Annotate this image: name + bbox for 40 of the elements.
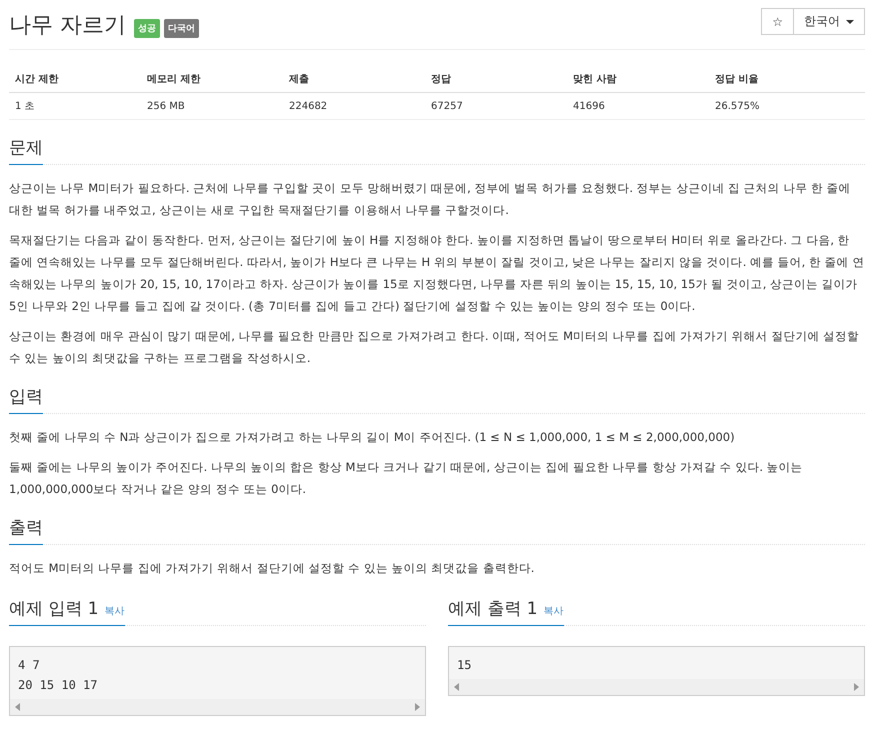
code-line: 20 15 10 17	[18, 677, 98, 694]
paragraph: 목재절단기는 다음과 같이 동작한다. 먼저, 상근이는 절단기에 높이 H를 지정해야 한다. 높이를 지정하면 톱날이 땅으로부터 H미터 위로 올라간다. 그 다음, 한 줄에 연속해있는 나무를 모두 절단해버린다. 따라서, 높이가 H보다 큰 나무는 H 위의 부분이 잘릴 것이고, 낮은 나무는 잘리지 않을 것이다. 예를 들어, 한 줄에 연속해있는 나무의 높이가 20, 15, 10, 17이라고 하자. 상근이가 높이를 15로 지정했다면, 나무를 자른 뒤의 높이는 15, 15, 10, 15가 될 것이고, 상근이는 길이가 5인 나무와 2인 나무를 들고 집에 갈 것이다. (총 7미터를 집에 들고 간다) 절단기에 설정할 수 있는 높이는 양의 정수 또는 0이다.	[9, 232, 865, 315]
scroll-left-icon[interactable]	[454, 683, 459, 691]
caret-icon	[846, 20, 854, 24]
scroll-right-icon[interactable]	[415, 703, 420, 711]
paragraph: 둘째 줄에는 나무의 높이가 주어진다. 나무의 높이의 합은 항상 M보다 크거나 같기 때문에, 상근이는 집에 필요한 나무를 항상 가져갈 수 있다. 높이는 1,000,000,000보다 작거나 같은 양의 정수 또는 0이다.	[9, 459, 804, 498]
table-cell: 1 초	[9, 92, 141, 120]
column-header: 정답 비율	[709, 66, 865, 92]
scroll-right-icon[interactable]	[854, 683, 859, 691]
column-header: 메모리 제한	[141, 66, 283, 92]
scroll-left-icon[interactable]	[15, 703, 20, 711]
code-line: 4 7	[18, 657, 41, 674]
scrollbar[interactable]	[449, 679, 864, 695]
paragraph: 적어도 M미터의 나무를 집에 가져가기 위해서 절단기에 설정할 수 있는 높이의 최댓값을 출력한다.	[9, 560, 536, 577]
table-cell: 67257	[425, 92, 567, 120]
table-cell: 41696	[567, 92, 709, 120]
code-line: 15	[457, 657, 472, 674]
paragraph: 첫째 줄에 나무의 수 N과 상근이가 집으로 가져가려고 하는 나무의 길이 M이 주어진다. (1 ≤ N ≤ 1,000,000, 1 ≤ M ≤ 2,000,000,000)	[9, 429, 736, 446]
section-heading: 입력	[9, 381, 43, 414]
status-label: 성공	[134, 18, 160, 38]
paragraph: 상근이는 환경에 매우 관심이 많기 때문에, 나무를 필요한 만큼만 집으로 가져가려고 한다. 이때, 적어도 M미터의 나무를 집에 가져가기 위해서 절단기에 설정할 수 있는 높이의 최댓값을 구하는 프로그램을 작성하시오.	[9, 328, 860, 367]
column-header: 제출	[283, 66, 425, 92]
column-header: 맞힌 사람	[567, 66, 709, 92]
status-label: 다국어	[164, 18, 199, 38]
column-header: 시간 제한	[9, 66, 141, 92]
section-heading: 출력	[9, 512, 43, 545]
language-dropdown[interactable]: 한국어	[794, 8, 865, 35]
copy-link[interactable]: 복사	[104, 604, 125, 618]
table-cell: 26.575%	[709, 92, 865, 120]
table-cell: 256 MB	[141, 92, 283, 120]
column-header: 정답	[425, 66, 567, 92]
scrollbar[interactable]	[10, 699, 425, 715]
section-heading: 문제	[9, 132, 43, 165]
paragraph: 상근이는 나무 M미터가 필요하다. 근처에 나무를 구입할 곳이 모두 망해버렸기 때문에, 정부에 벌목 허가를 요청했다. 정부는 상근이네 집 근처의 나무 한 줄에 대한 벌목 허가를 내주었고, 상근이는 새로 구입한 목재절단기를 이용해서 나무를 구할것이다.	[9, 180, 852, 219]
star-button[interactable]: ☆	[761, 8, 794, 35]
problem-title: 나무 자르기	[9, 12, 126, 40]
copy-link[interactable]: 복사	[544, 604, 564, 618]
sample-heading: 예제 출력 1	[448, 598, 538, 620]
sample-heading: 예제 입력 1	[9, 598, 99, 620]
table-cell: 224682	[283, 92, 425, 120]
